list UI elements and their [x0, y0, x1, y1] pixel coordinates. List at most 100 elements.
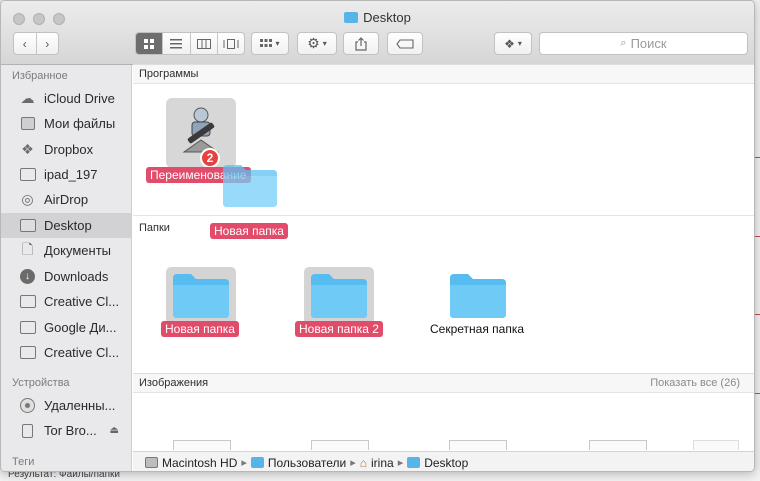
path-bar: Macintosh HD ▸ Пользователи ▸ ⌂ irina ▸ … [133, 451, 754, 471]
sidebar-item-documents[interactable]: 🗋 Документы [1, 238, 131, 263]
toolbar: Desktop ‹ › ▾ ⚙ ▾ ❖ ▾ ⌕ Поиск [1, 1, 754, 65]
chevron-right-icon: › [45, 36, 50, 51]
airdrop-icon: ◎ [21, 191, 34, 207]
arrange-button[interactable]: ▾ [251, 32, 289, 55]
folder-icon [311, 274, 367, 318]
share-button[interactable] [343, 32, 379, 55]
folder-item-new-folder[interactable] [166, 267, 236, 325]
tag-icon [396, 38, 414, 49]
list-icon [170, 38, 183, 48]
path-item-users[interactable]: Пользователи [268, 456, 346, 470]
cloud-icon: ☁ [20, 90, 35, 106]
dropbox-icon: ❖ [504, 36, 515, 51]
folder-label-secret-folder: Секретная папка [430, 322, 525, 336]
chevron-left-icon: ‹ [22, 36, 27, 51]
icon-view-button[interactable] [136, 33, 164, 54]
sidebar-item-desktop[interactable]: Desktop [1, 213, 131, 238]
disk-icon [19, 423, 36, 439]
sidebar-header-favorites: Избранное [12, 70, 68, 82]
search-placeholder: Поиск [630, 36, 667, 51]
eject-icon[interactable]: ⏏ [110, 425, 119, 436]
folder-icon [407, 457, 421, 468]
folder-icon [19, 294, 36, 310]
path-item-desktop[interactable]: Desktop [424, 456, 468, 470]
search-field[interactable]: ⌕ Поиск [539, 32, 748, 55]
path-separator: ▸ [397, 457, 404, 469]
image-thumbnail[interactable] [589, 440, 647, 450]
search-icon: ⌕ [620, 37, 627, 49]
sidebar-item-all-files[interactable]: Мои файлы [1, 111, 131, 136]
folder-icon [450, 274, 506, 318]
cover-flow-button[interactable] [218, 33, 244, 54]
sidebar-item-remote-disc[interactable]: Удаленны... [1, 393, 131, 418]
edit-tags-button[interactable] [387, 32, 423, 55]
disc-icon [19, 398, 36, 414]
chevron-down-icon: ▾ [275, 39, 280, 48]
content-area: Программы 2 Переименование Папки Новая п… [133, 64, 754, 450]
view-mode-buttons [135, 32, 245, 55]
section-header-apps: Программы [133, 64, 754, 84]
navigation-buttons: ‹ › [13, 32, 59, 55]
sidebar-item-dropbox[interactable]: ❖ Dropbox [1, 137, 131, 162]
sidebar-item-google-drive[interactable]: Google Ди... [1, 315, 131, 340]
column-view-button[interactable] [191, 33, 218, 54]
documents-icon: 🗋 [21, 240, 34, 257]
badge-count: 2 [200, 148, 220, 168]
dragged-folder-icon [223, 165, 277, 207]
sidebar-item-creative-cloud-1[interactable]: Creative Cl... [1, 289, 131, 314]
back-button[interactable]: ‹ [14, 33, 37, 54]
sidebar-item-tor-browser[interactable]: Tor Bro... ⏏ [1, 418, 131, 443]
section-header-images: Изображения Показать все (26) [133, 373, 754, 393]
columns-icon [196, 38, 211, 49]
path-separator: ▸ [350, 457, 356, 469]
list-view-button[interactable] [163, 33, 191, 54]
sidebar-header-devices: Устройства [12, 377, 70, 389]
folder-item-new-folder-2[interactable] [304, 267, 374, 325]
folder-item-secret-folder[interactable] [443, 267, 513, 325]
finder-window: Desktop ‹ › ▾ ⚙ ▾ ❖ ▾ ⌕ Поиск Избранное … [0, 0, 755, 472]
sidebar: Избранное ☁ iCloud Drive Мои файлы ❖ Dro… [1, 65, 132, 471]
downloads-icon: ↓ [19, 269, 36, 285]
grid-icon [144, 38, 155, 49]
folder-icon [250, 457, 264, 468]
window-title: Desktop [1, 10, 754, 25]
action-button[interactable]: ⚙ ▾ [297, 32, 337, 55]
all-files-icon [19, 116, 36, 132]
sidebar-item-downloads[interactable]: ↓ Downloads [1, 264, 131, 289]
folder-icon [173, 274, 229, 318]
chevron-down-icon: ▾ [322, 39, 327, 48]
share-icon [355, 36, 367, 51]
sidebar-item-airdrop[interactable]: ◎ AirDrop [1, 187, 131, 212]
folder-label-new-folder-2: Новая папка 2 [295, 321, 383, 337]
folder-icon [19, 345, 36, 361]
dragged-item-label: Новая папка [210, 223, 288, 239]
path-separator: ▸ [241, 457, 247, 469]
desktop-icon [19, 218, 36, 234]
image-thumbnail[interactable] [173, 440, 231, 450]
show-all-images-link[interactable]: Показать все (26) [650, 377, 740, 389]
path-item-macintosh-hd[interactable]: Macintosh HD [162, 456, 237, 470]
cover-flow-icon [223, 38, 239, 49]
folder-icon [344, 12, 359, 23]
home-icon: ⌂ [359, 455, 367, 470]
folder-label-new-folder: Новая папка [161, 321, 239, 337]
dropbox-button[interactable]: ❖ ▾ [494, 32, 532, 55]
image-thumbnail[interactable] [311, 440, 369, 450]
section-header-folders: Папки [139, 222, 170, 234]
image-thumbnail[interactable] [693, 440, 739, 450]
sidebar-item-creative-cloud-2[interactable]: Creative Cl... [1, 340, 131, 365]
folder-icon [19, 320, 36, 336]
path-item-irina[interactable]: irina [371, 456, 394, 470]
automator-icon [182, 107, 220, 153]
chevron-down-icon: ▾ [517, 39, 522, 48]
arrange-grid-icon [260, 38, 273, 47]
forward-button[interactable]: › [37, 33, 59, 54]
image-thumbnail[interactable] [449, 440, 507, 450]
sidebar-header-tags: Теги [12, 456, 35, 468]
dropbox-icon: ❖ [21, 141, 34, 157]
sidebar-item-icloud-drive[interactable]: ☁ iCloud Drive [1, 86, 131, 111]
folder-icon [19, 167, 36, 183]
gear-icon: ⚙ [307, 35, 320, 51]
hard-disk-icon [145, 457, 158, 468]
sidebar-item-ipad-197[interactable]: ipad_197 [1, 162, 131, 187]
